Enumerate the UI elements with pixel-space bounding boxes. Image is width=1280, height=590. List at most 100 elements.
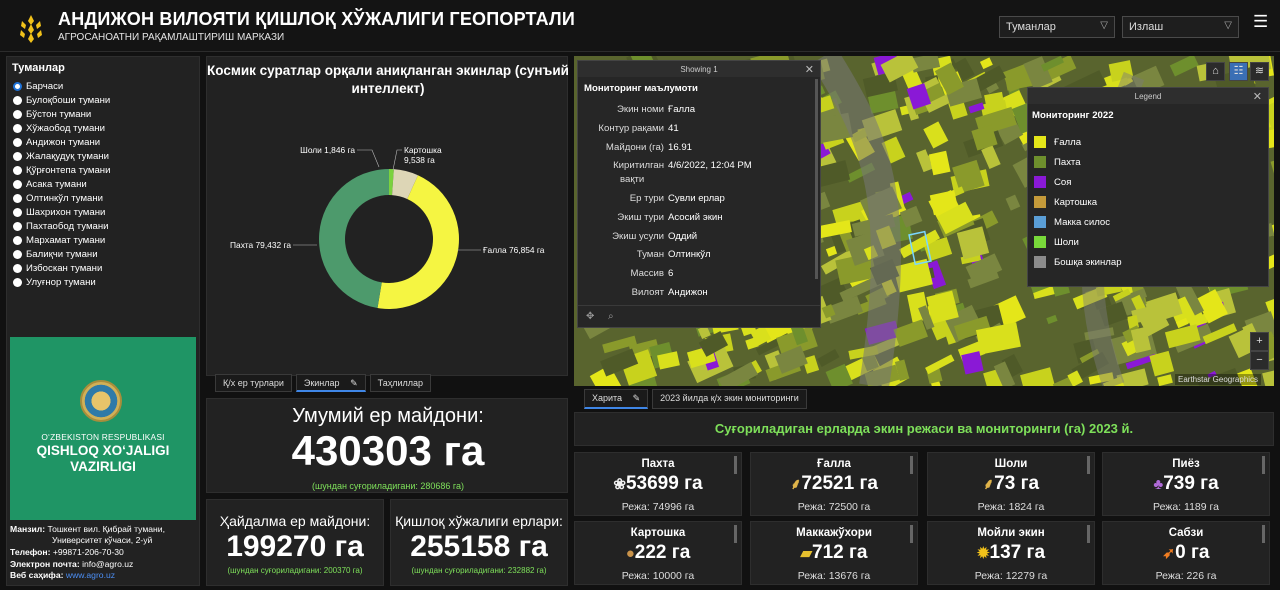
district-radio[interactable]: Избоскан тумани [13, 263, 102, 274]
district-label: Избоскан тумани [26, 263, 103, 274]
onion-icon: ♣ [1153, 476, 1164, 493]
crop-plan: Режа: 72500 га [797, 501, 871, 513]
total-land-card: Умумий ер майдони: 430303 га (шундан суғ… [206, 398, 568, 493]
district-radio[interactable]: Қўрғонтепа тумани [13, 165, 110, 176]
legend-item: Макка силос [1034, 216, 1110, 228]
zoom-to-icon[interactable]: ⌕ [608, 311, 614, 322]
popup-value: 6 [668, 268, 674, 279]
scrollbar[interactable] [1262, 456, 1265, 474]
districts-select[interactable]: Туманлар ▽ [999, 16, 1115, 38]
scrollbar[interactable] [910, 525, 913, 543]
tab-crops[interactable]: Экинлар ✎ [295, 374, 366, 392]
legend-swatch [1034, 236, 1046, 248]
crop-name: Сабзи [1168, 527, 1204, 539]
map-field[interactable] [984, 91, 1006, 113]
search-select[interactable]: Излаш ▽ [1122, 16, 1239, 38]
district-label: Пахтаобод тумани [26, 221, 109, 232]
donut-slice-1[interactable] [318, 169, 389, 309]
district-radio[interactable]: Жалақудуқ тумани [13, 151, 109, 162]
agri-land-card: Қишлоқ хўжалиги ерлари: 255158 га (шунда… [390, 499, 568, 586]
popup-key: Экин номи [616, 104, 664, 115]
district-label: Булоқбоши тумани [26, 95, 111, 106]
district-label: Андижон тумани [26, 137, 101, 148]
popup-key: Контур рақами [598, 123, 664, 134]
crops-chart-panel: Космик суратлар орқали аниқланган экинла… [206, 56, 569, 376]
scrollbar[interactable] [1262, 525, 1265, 543]
contact-email: Электрон почта: info@agro.uz [10, 559, 134, 569]
slice-label-kartoshka: Картошка [404, 145, 442, 155]
tab-map[interactable]: Харита ✎ [584, 389, 649, 409]
crop-value: ▰712 га [800, 542, 868, 563]
scrollbar[interactable] [734, 525, 737, 543]
zoom-out-icon[interactable]: − [1250, 351, 1269, 370]
close-icon[interactable]: ✕ [1253, 90, 1262, 103]
map-tabs: Харита ✎ 2023 йилда қ/х экин мониторинги [584, 389, 807, 409]
contact-address: Манзил: Тошкент вил. Қибрай тумани, [10, 524, 165, 534]
crop-name: Пиёз [1172, 458, 1200, 470]
web-link[interactable]: www.agro.uz [66, 570, 115, 580]
crop-value: ➶0 га [1162, 542, 1210, 563]
corn-icon: ▰ [800, 545, 813, 562]
district-radio[interactable]: Улуғнор тумани [13, 277, 96, 288]
district-radio[interactable]: Бўстон тумани [13, 109, 91, 120]
move-icon[interactable]: ✥ [586, 311, 594, 322]
radio-icon [13, 180, 22, 189]
popup-value: Оддий [668, 231, 698, 242]
scrollbar[interactable] [910, 456, 913, 474]
radio-icon [13, 138, 22, 147]
crop-card: Маккажўхори ▰712 га Режа: 13676 га [750, 521, 918, 585]
arable-land-value: 199270 га [226, 530, 364, 563]
tab-monitoring-2023[interactable]: 2023 йилда қ/х экин мониторинги [652, 389, 807, 409]
district-radio[interactable]: Хўжаобод тумани [13, 123, 105, 134]
scrollbar[interactable] [734, 456, 737, 474]
legend-item: Ғалла [1034, 136, 1081, 148]
legend-title: Мониторинг 2022 [1032, 110, 1114, 121]
feature-popup[interactable]: Showing 1 ✕ Мониторинг маълумоти Экин но… [577, 60, 821, 328]
radio-icon [13, 278, 22, 287]
close-icon[interactable]: ✕ [805, 63, 814, 76]
district-radio[interactable]: Балиқчи тумани [13, 249, 98, 260]
tab-analysis[interactable]: Таҳлиллар [369, 374, 432, 392]
district-label: Шахрихон тумани [26, 207, 106, 218]
popup-value: Сувли ерлар [668, 193, 725, 204]
tab-land-types[interactable]: Қ/х ер турлари [215, 374, 292, 392]
popup-title: Мониторинг маълумоти [584, 83, 698, 94]
district-radio[interactable]: Мархамат тумани [13, 235, 105, 246]
districts-select-label: Туманлар [1006, 21, 1056, 33]
home-icon[interactable]: ⌂ [1206, 62, 1225, 81]
district-radio[interactable]: Асака тумани [13, 179, 87, 190]
district-radio[interactable]: Олтинкўл тумани [13, 193, 103, 204]
scrollbar[interactable] [1087, 456, 1090, 474]
district-label: Бўстон тумани [26, 109, 92, 120]
crop-card: Шоли ⸙73 га Режа: 1824 га [927, 452, 1095, 516]
district-radio[interactable]: Пахтаобод тумани [13, 221, 109, 232]
scrollbar[interactable] [1087, 525, 1090, 543]
crop-name: Мойли экин [977, 527, 1045, 539]
district-label: Барчаси [26, 81, 64, 92]
district-label: Олтинкўл тумани [26, 193, 104, 204]
legend-panel[interactable]: Legend ✕ Мониторинг 2022 Ғалла Пахта Соя… [1027, 87, 1269, 287]
layers-icon[interactable]: ≋ [1250, 62, 1269, 81]
district-radio[interactable]: Андижон тумани [13, 137, 100, 148]
hamburger-icon[interactable]: ☰ [1253, 13, 1269, 30]
radio-icon [13, 124, 22, 133]
emblem-line1: O‘ZBEKISTON RESPUBLIKASI [41, 432, 165, 442]
radio-icon [13, 250, 22, 259]
crop-card: Пахта ❀53699 га Режа: 74996 га [574, 452, 742, 516]
legend-list-icon[interactable]: ☷ [1229, 62, 1248, 81]
state-seal-icon [80, 380, 122, 422]
district-label: Жалақудуқ тумани [26, 151, 109, 162]
crop-name: Ғалла [817, 458, 851, 470]
chevron-down-icon: ▽ [1224, 20, 1232, 31]
district-radio[interactable]: Барчаси [13, 81, 63, 92]
legend-swatch [1034, 196, 1046, 208]
district-radio[interactable]: Шахрихон тумани [13, 207, 105, 218]
pencil-icon: ✎ [350, 378, 358, 388]
crop-value: ♣739 га [1153, 473, 1219, 494]
district-radio[interactable]: Булоқбоши тумани [13, 95, 110, 106]
total-land-label: Умумий ер майдони: [292, 405, 484, 427]
pencil-icon: ✎ [632, 393, 641, 403]
radio-icon [13, 110, 22, 119]
zoom-in-icon[interactable]: + [1250, 332, 1269, 351]
donut-slice-0[interactable] [377, 175, 459, 309]
